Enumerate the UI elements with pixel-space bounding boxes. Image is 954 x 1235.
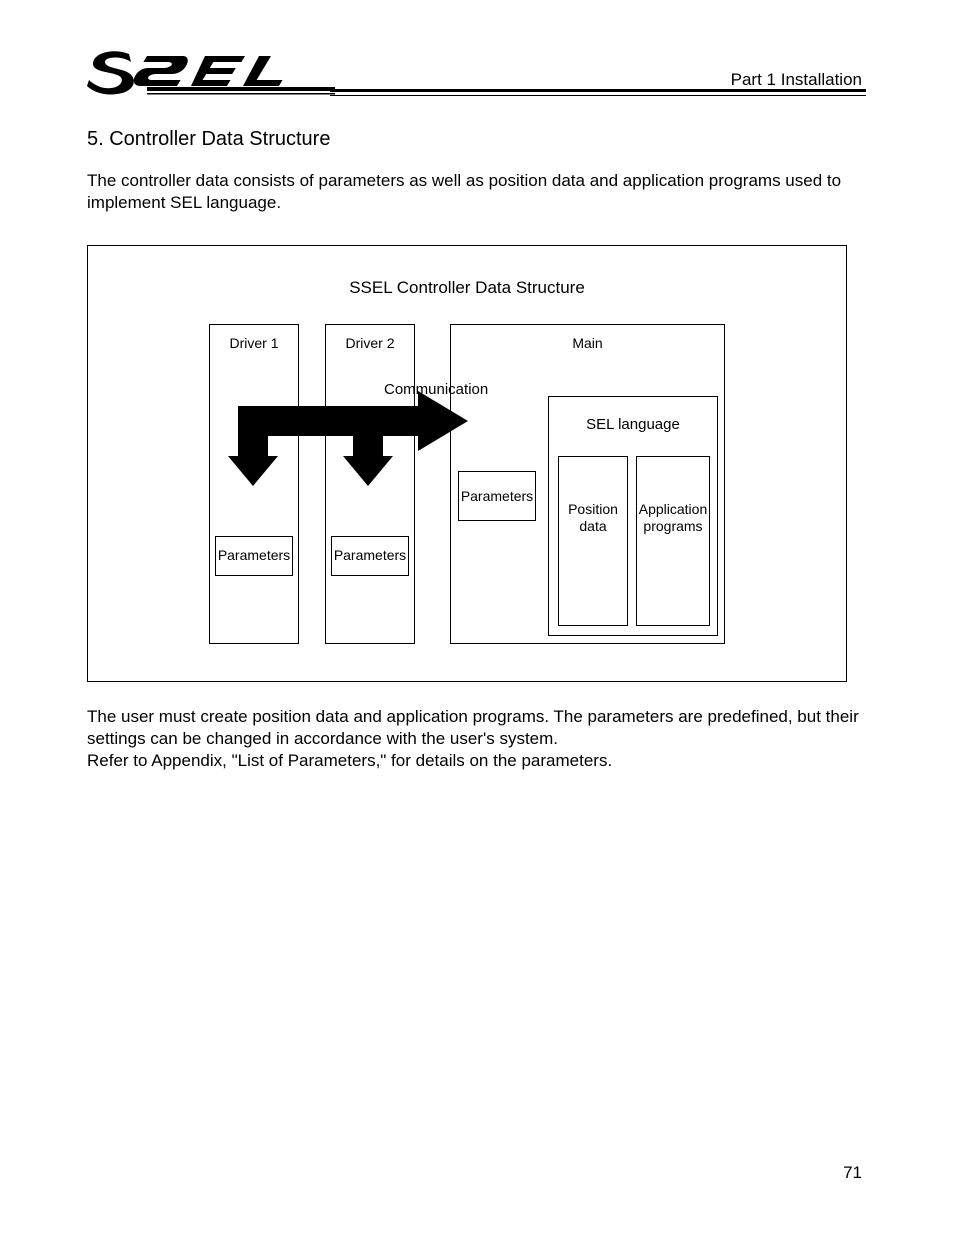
communication-label: Communication: [384, 381, 488, 398]
header-rule-thin: [330, 95, 866, 96]
driver2-parameters-label: Parameters: [334, 547, 406, 563]
section-heading: 5. Controller Data Structure: [87, 128, 330, 151]
header-part: Part 1 Installation: [731, 70, 862, 90]
position-data-label: Position data: [559, 501, 627, 535]
intro-paragraph: The controller data consists of paramete…: [87, 170, 862, 214]
driver2-label: Driver 2: [345, 335, 394, 351]
driver1-label: Driver 1: [229, 335, 278, 351]
driver1-parameters-box: Parameters: [215, 536, 293, 576]
page-number: 71: [843, 1163, 862, 1183]
data-structure-figure: SSEL Controller Data Structure Driver 1 …: [87, 245, 847, 682]
application-programs-box: Application programs: [636, 456, 710, 626]
ssel-logo: [87, 50, 337, 96]
figure-title: SSEL Controller Data Structure: [88, 278, 846, 298]
main-parameters-box: Parameters: [458, 471, 536, 521]
driver2-box: Driver 2: [325, 324, 415, 644]
sel-language-label: SEL language: [548, 416, 718, 433]
header-rule-thick: [330, 89, 866, 92]
application-programs-label: Application programs: [637, 501, 709, 535]
driver1-box: Driver 1: [209, 324, 299, 644]
body-paragraph: The user must create position data and a…: [87, 706, 862, 772]
driver1-parameters-label: Parameters: [218, 547, 290, 563]
position-data-box: Position data: [558, 456, 628, 626]
driver2-parameters-box: Parameters: [331, 536, 409, 576]
main-parameters-label: Parameters: [461, 488, 533, 504]
main-label: Main: [572, 335, 602, 351]
